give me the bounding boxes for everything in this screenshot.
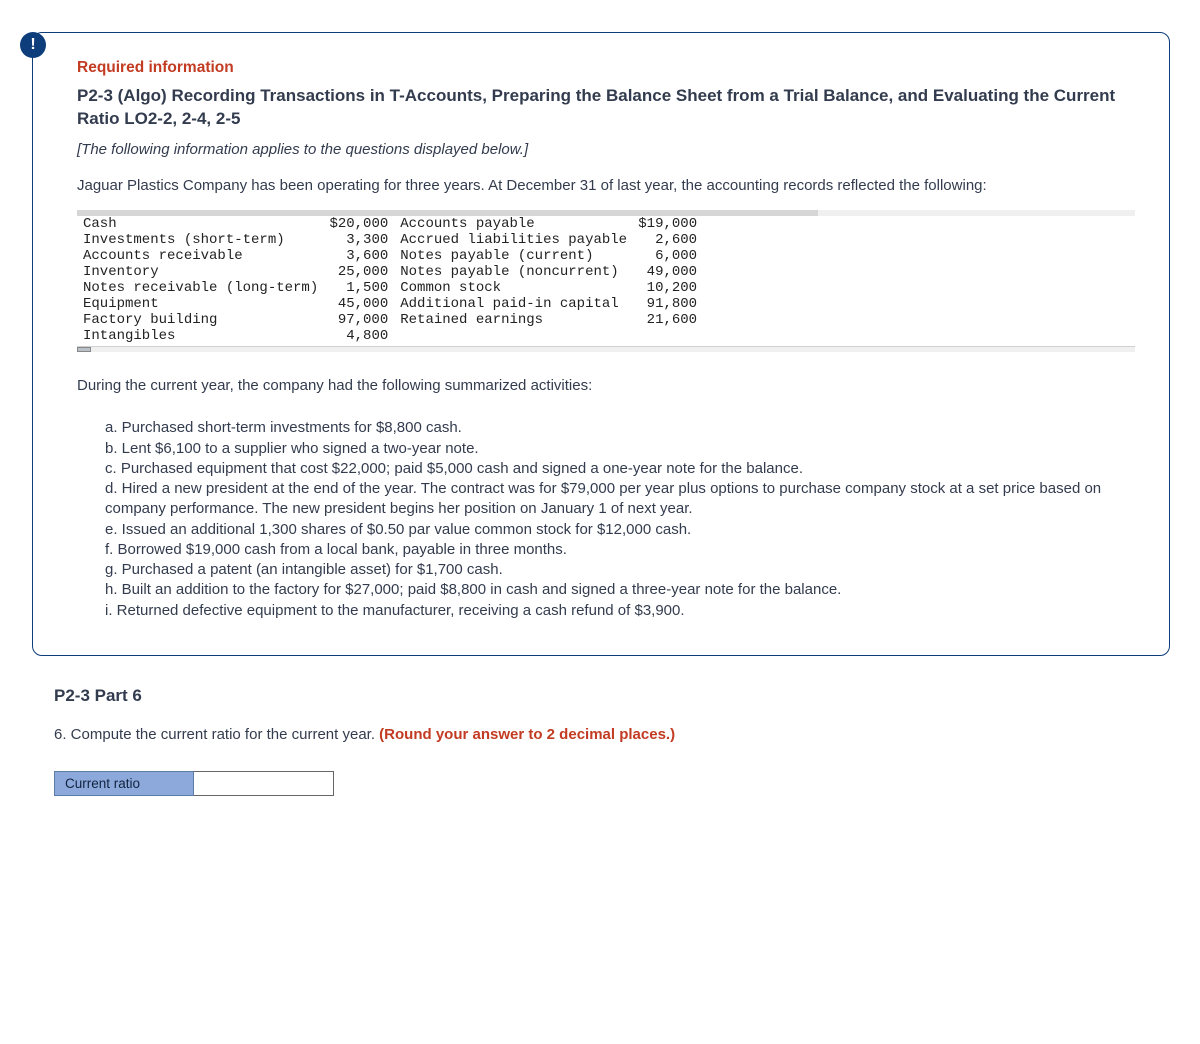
table-row: Inventory 25,000 Notes payable (noncurre… [83, 264, 703, 280]
applies-note: [The following information applies to th… [77, 141, 1135, 158]
ledger-left-value: $20,000 [324, 216, 394, 232]
list-item: b. Lent $6,100 to a supplier who signed … [105, 439, 1135, 459]
ledger-block: Cash $20,000 Accounts payable $19,000 In… [77, 210, 1135, 352]
ledger-table: Cash $20,000 Accounts payable $19,000 In… [83, 216, 703, 344]
activities-intro: During the current year, the company had… [77, 376, 1135, 396]
table-row: Accounts receivable 3,600 Notes payable … [83, 248, 703, 264]
ledger-scrollbar-top [77, 210, 1135, 216]
problem-title: P2-3 (Algo) Recording Transactions in T-… [77, 85, 1135, 131]
list-item: h. Built an addition to the factory for … [105, 580, 1135, 600]
ledger-scrollbar-bottom[interactable] [77, 346, 1135, 352]
question-prefix: 6. Compute the current ratio for the cur… [54, 726, 379, 743]
question-hint: (Round your answer to 2 decimal places.) [379, 726, 675, 743]
question-text: 6. Compute the current ratio for the cur… [54, 726, 1170, 743]
activities-list: a. Purchased short-term investments for … [105, 418, 1135, 621]
scrollbar-thumb[interactable] [77, 347, 91, 352]
table-row: Investments (short-term) 3,300 Accrued l… [83, 232, 703, 248]
list-item: c. Purchased equipment that cost $22,000… [105, 459, 1135, 479]
table-row: Factory building 97,000 Retained earning… [83, 312, 703, 328]
ledger-right-value: $19,000 [633, 216, 703, 232]
intro-paragraph: Jaguar Plastics Company has been operati… [77, 176, 1135, 196]
table-row: Notes receivable (long-term) 1,500 Commo… [83, 280, 703, 296]
part-heading: P2-3 Part 6 [54, 686, 1170, 706]
list-item: f. Borrowed $19,000 cash from a local ba… [105, 540, 1135, 560]
list-item: e. Issued an additional 1,300 shares of … [105, 520, 1135, 540]
table-row: Intangibles 4,800 [83, 328, 703, 344]
answer-label: Current ratio [54, 771, 194, 796]
list-item: d. Hired a new president at the end of t… [105, 479, 1135, 520]
table-row: Cash $20,000 Accounts payable $19,000 [83, 216, 703, 232]
ledger-left-label: Cash [83, 216, 324, 232]
required-info-panel: Required information P2-3 (Algo) Recordi… [32, 32, 1170, 656]
current-ratio-input[interactable] [194, 771, 334, 796]
answer-row: Current ratio [54, 771, 1170, 796]
info-badge-icon: ! [20, 32, 46, 58]
list-item: a. Purchased short-term investments for … [105, 418, 1135, 438]
list-item: i. Returned defective equipment to the m… [105, 601, 1135, 621]
table-row: Equipment 45,000 Additional paid-in capi… [83, 296, 703, 312]
required-info-label: Required information [77, 59, 1135, 77]
ledger-right-label: Accounts payable [394, 216, 633, 232]
list-item: g. Purchased a patent (an intangible ass… [105, 560, 1135, 580]
